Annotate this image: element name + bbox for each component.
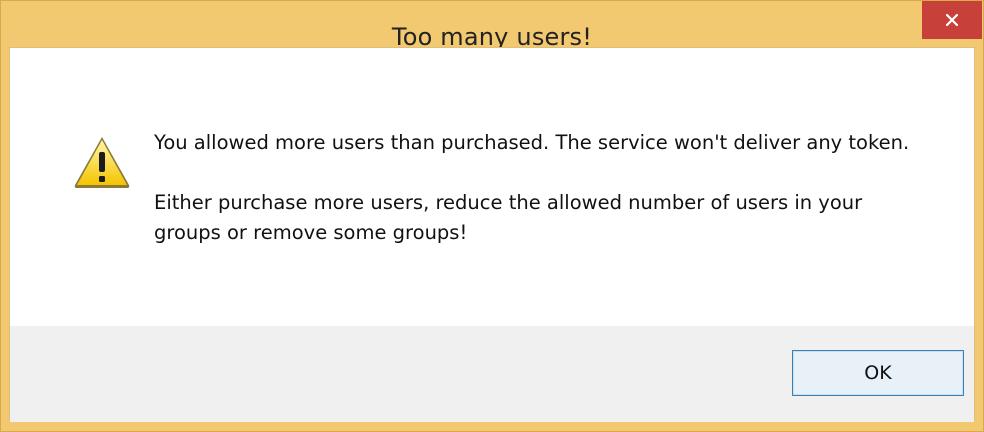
message-area: You allowed more users than purchased. T…	[10, 48, 974, 326]
message-paragraph-2: Either purchase more users, reduce the a…	[154, 191, 863, 244]
button-bar: OK	[10, 326, 974, 422]
message-text: You allowed more users than purchased. T…	[154, 128, 934, 278]
close-button[interactable]	[922, 1, 982, 39]
ok-button[interactable]: OK	[792, 350, 964, 396]
dialog-window: Too many users! You allowed more users t…	[0, 0, 984, 432]
warning-icon	[72, 134, 132, 190]
dialog-body: You allowed more users than purchased. T…	[9, 47, 975, 422]
close-icon	[944, 12, 960, 28]
message-paragraph-1: You allowed more users than purchased. T…	[154, 131, 910, 154]
